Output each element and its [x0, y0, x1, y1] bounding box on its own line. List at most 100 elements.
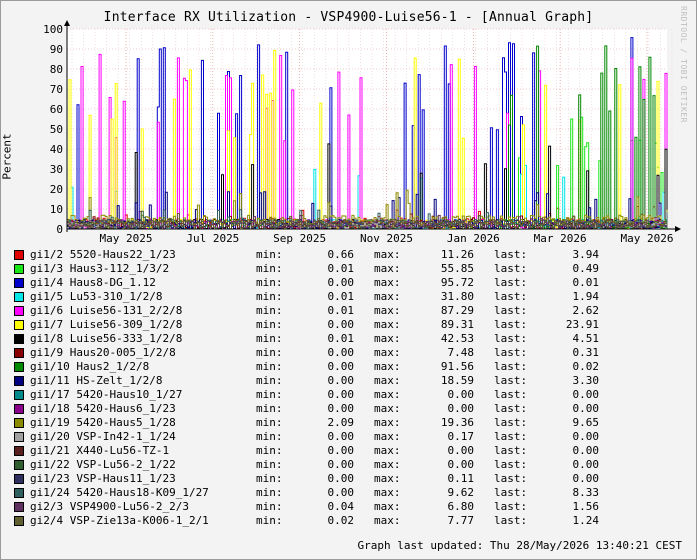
legend-max-value: 95.72: [440, 276, 474, 289]
legend-min-label: min:: [256, 262, 283, 275]
legend-max-label: max:: [374, 458, 401, 471]
legend-last-label: last:: [494, 430, 528, 443]
legend-max-value: 9.62: [447, 486, 475, 499]
legend-max-label: max:: [374, 500, 401, 513]
legend-min-value: 0.00: [327, 402, 355, 415]
legend-max-value: 0.11: [447, 472, 475, 485]
legend-last-label: last:: [494, 500, 528, 513]
legend-series-name: gi1/21 X440-Lu56-TZ-1: [30, 444, 170, 457]
legend-max-label: max:: [374, 374, 401, 387]
legend-min-value: 0.02: [327, 514, 355, 527]
legend-series-name: gi1/17 5420-Haus10_1/27: [30, 388, 183, 401]
legend-swatch: [14, 502, 24, 512]
x-tick-label: Jan 2026: [447, 232, 500, 245]
legend-min-label: min:: [256, 388, 283, 401]
legend-swatch: [14, 488, 24, 498]
legend-min-label: min:: [256, 458, 283, 471]
legend-last-value: 4.51: [572, 332, 600, 345]
legend-swatch: [14, 474, 24, 484]
legend-series-name: gi2/4 VSP-Zie13a-K006-1_2/1: [30, 514, 209, 527]
legend-series-name: gi1/4 Haus8-DG_1.12: [30, 276, 156, 289]
legend-last-label: last:: [494, 318, 528, 331]
legend-max-value: 0.00: [447, 458, 475, 471]
legend-max-label: max:: [374, 472, 401, 485]
legend-max-label: max:: [374, 486, 401, 499]
legend-last-value: 3.30: [572, 374, 600, 387]
legend-min-label: min:: [256, 332, 283, 345]
x-tick-label: May 2026: [621, 232, 674, 245]
legend-min-value: 0.00: [327, 346, 355, 359]
legend-series-name: gi1/20 VSP-In42-1_1/24: [30, 430, 176, 443]
legend-last-label: last:: [494, 290, 528, 303]
y-tick-label: 30: [50, 163, 63, 176]
legend-min-label: min:: [256, 276, 283, 289]
legend-last-value: 0.00: [572, 402, 600, 415]
y-tick-label: 50: [50, 123, 63, 136]
legend-max-label: max:: [374, 346, 401, 359]
last-updated: Graph last updated: Thu 28/May/2026 13:4…: [357, 539, 682, 552]
legend-max-label: max:: [374, 304, 401, 317]
legend-max-label: max:: [374, 248, 401, 261]
legend-last-value: 0.00: [572, 430, 600, 443]
legend-series-name: gi2/3 VSP4900-Lu56-2_2/3: [30, 500, 189, 513]
legend-series-name: gi1/8 Luise56-333_1/2/8: [30, 332, 183, 345]
legend-max-value: 6.80: [447, 500, 475, 513]
legend-swatch: [14, 250, 24, 260]
legend-last-label: last:: [494, 248, 528, 261]
legend-last-value: 8.33: [572, 486, 600, 499]
legend-swatch: [14, 418, 24, 428]
legend-last-label: last:: [494, 402, 528, 415]
legend-series-name: gi1/3 Haus3-112_1/3/2: [30, 262, 170, 275]
legend-swatch: [14, 306, 24, 316]
legend-last-value: 3.94: [572, 248, 600, 261]
legend-max-value: 91.56: [440, 360, 474, 373]
legend-last-label: last:: [494, 514, 528, 527]
legend-min-label: min:: [256, 290, 283, 303]
legend-min-value: 0.00: [327, 318, 355, 331]
legend-max-value: 7.48: [447, 346, 475, 359]
legend-last-label: last:: [494, 388, 528, 401]
legend-min-label: min:: [256, 346, 283, 359]
legend-last-label: last:: [494, 332, 528, 345]
x-tick-label: Sep 2025: [273, 232, 326, 245]
legend-series-name: gi1/24 5420-Haus18-K09_1/27: [30, 486, 209, 499]
legend-last-value: 9.65: [572, 416, 600, 429]
legend-max-value: 11.26: [440, 248, 474, 261]
y-tick-label: 90: [50, 43, 63, 56]
legend-series-name: gi1/19 5420-Haus5_1/28: [30, 416, 176, 429]
legend-swatch: [14, 376, 24, 386]
legend-max-value: 87.29: [440, 304, 474, 317]
legend-series-name: gi1/9 Haus20-005_1/2/8: [30, 346, 176, 359]
legend-swatch: [14, 292, 24, 302]
legend-max-label: max:: [374, 388, 401, 401]
legend-last-value: 1.24: [572, 514, 600, 527]
legend-last-label: last:: [494, 276, 528, 289]
legend-max-value: 55.85: [440, 262, 474, 275]
legend-min-value: 2.09: [327, 416, 355, 429]
legend-max-value: 42.53: [440, 332, 474, 345]
legend-last-value: 0.01: [572, 276, 600, 289]
y-tick-label: 80: [50, 63, 63, 76]
legend-swatch: [14, 334, 24, 344]
legend-min-value: 0.00: [327, 486, 355, 499]
legend-min-label: min:: [256, 486, 283, 499]
legend-min-label: min:: [256, 472, 283, 485]
legend-series-name: gi1/6 Luise56-131_2/2/8: [30, 304, 183, 317]
legend-last-value: 0.00: [572, 458, 600, 471]
legend-max-value: 0.00: [447, 444, 475, 457]
legend-max-value: 31.80: [440, 290, 474, 303]
legend-last-value: 1.94: [572, 290, 600, 303]
legend-swatch: [14, 446, 24, 456]
legend-last-value: 0.49: [572, 262, 600, 275]
legend-min-value: 0.01: [327, 304, 355, 317]
legend-swatch: [14, 264, 24, 274]
legend-min-value: 0.00: [327, 430, 355, 443]
legend-min-value: 0.00: [327, 374, 355, 387]
legend-series-name: gi1/23 VSP-Haus11_1/23: [30, 472, 176, 485]
legend-min-value: 0.00: [327, 388, 355, 401]
y-tick-label: 100: [43, 23, 63, 36]
legend-min-value: 0.00: [327, 444, 355, 457]
y-tick-label: 70: [50, 83, 63, 96]
legend-min-value: 0.00: [327, 360, 355, 373]
x-tick-label: Mar 2026: [534, 232, 587, 245]
